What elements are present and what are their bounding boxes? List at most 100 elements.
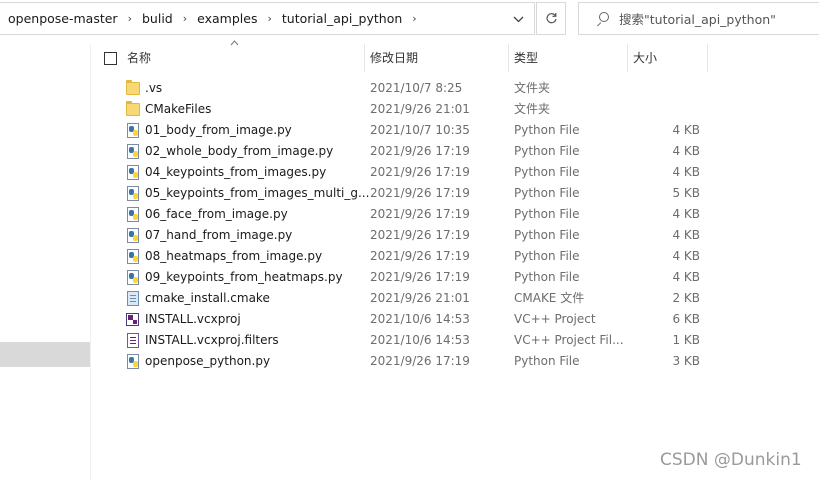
file-name: 04_keypoints_from_images.py [145,165,327,179]
search-icon [595,11,609,26]
file-date: 2021/9/26 17:19 [370,228,470,242]
breadcrumb-item-examples[interactable]: examples [197,11,257,26]
navigation-pane[interactable] [0,44,91,480]
file-row[interactable]: 02_whole_body_from_image.py 2021/9/26 17… [90,141,819,162]
file-name: 05_keypoints_from_images_multi_g... [145,186,370,200]
file-type: Python File [514,249,580,263]
file-type: VC++ Project [514,312,596,326]
file-row[interactable]: INSTALL.vcxproj.filters 2021/10/6 14:53 … [90,330,819,351]
python-file-icon [127,165,139,180]
file-date: 2021/9/26 17:19 [370,354,470,368]
python-file-icon [127,144,139,159]
file-row[interactable]: .vs 2021/10/7 8:25 文件夹 [90,78,819,99]
address-bar[interactable]: openpose-master › bulid › examples › tut… [0,2,535,35]
python-file-icon [127,207,139,222]
breadcrumb-item-tutorial-api-python[interactable]: tutorial_api_python [282,11,402,26]
file-type: Python File [514,207,580,221]
file-row[interactable]: 01_body_from_image.py 2021/10/7 10:35 Py… [90,120,819,141]
column-header-type[interactable]: 类型 [509,44,628,72]
file-name: .vs [145,81,163,95]
file-row[interactable]: CMakeFiles 2021/9/26 21:01 文件夹 [90,99,819,120]
column-header: 名称 修改日期 类型 大小 [90,40,819,72]
file-date: 2021/9/26 17:19 [370,144,470,158]
file-row[interactable]: openpose_python.py 2021/9/26 17:19 Pytho… [90,351,819,372]
file-size: 2 KB [672,291,700,305]
file-date: 2021/10/7 10:35 [370,123,470,137]
file-type: 文件夹 [514,102,551,116]
file-row[interactable]: INSTALL.vcxproj 2021/10/6 14:53 VC++ Pro… [90,309,819,330]
file-type: 文件夹 [514,81,551,95]
file-size: 4 KB [672,123,700,137]
file-date: 2021/9/26 17:19 [370,207,470,221]
select-all-checkbox[interactable] [104,52,117,65]
file-name: 09_keypoints_from_heatmaps.py [145,270,343,284]
python-file-icon [127,228,139,243]
file-size: 4 KB [672,228,700,242]
vcxproj-file-icon [126,313,139,326]
file-name: 02_whole_body_from_image.py [145,144,334,158]
python-file-icon [127,354,139,369]
breadcrumb-item-bulid[interactable]: bulid [142,11,173,26]
file-name: 06_face_from_image.py [145,207,288,221]
file-list: .vs 2021/10/7 8:25 文件夹 CMakeFiles 2021/9… [90,78,819,372]
file-size: 4 KB [672,165,700,179]
file-type: Python File [514,354,580,368]
search-input[interactable]: 搜索"tutorial_api_python" [578,2,819,35]
file-type: Python File [514,165,580,179]
nav-selected-item[interactable] [0,342,90,367]
column-header-date[interactable]: 修改日期 [365,44,509,72]
file-row[interactable]: 09_keypoints_from_heatmaps.py 2021/9/26 … [90,267,819,288]
file-type: VC++ Project Fil... [514,333,624,347]
folder-icon [126,80,140,95]
file-date: 2021/9/26 17:19 [370,165,470,179]
file-date: 2021/10/6 14:53 [370,333,470,347]
file-type: Python File [514,144,580,158]
watermark: CSDN @Dunkin1 [660,450,802,470]
chevron-down-icon[interactable] [509,11,527,27]
file-name: 08_heatmaps_from_image.py [145,249,323,263]
cmake-file-icon [127,291,139,306]
file-size: 5 KB [672,186,700,200]
file-type: Python File [514,186,580,200]
python-file-icon [127,186,139,201]
python-file-icon [127,123,139,138]
file-date: 2021/9/26 21:01 [370,102,470,116]
file-name: INSTALL.vcxproj.filters [145,333,279,347]
vcxproj-filters-icon [127,333,139,348]
file-row[interactable]: cmake_install.cmake 2021/9/26 21:01 CMAK… [90,288,819,309]
file-name: INSTALL.vcxproj [145,312,241,326]
column-header-size[interactable]: 大小 [628,44,708,72]
file-row[interactable]: 08_heatmaps_from_image.py 2021/9/26 17:1… [90,246,819,267]
file-date: 2021/10/7 8:25 [370,81,463,95]
file-size: 4 KB [672,207,700,221]
breadcrumb: openpose-master › bulid › examples › tut… [8,3,427,34]
file-type: CMAKE 文件 [514,291,585,305]
file-size: 1 KB [672,333,700,347]
folder-icon [126,101,140,116]
file-name: openpose_python.py [145,354,271,368]
chevron-right-icon[interactable]: › [267,12,271,25]
file-row[interactable]: 07_hand_from_image.py 2021/9/26 17:19 Py… [90,225,819,246]
search-placeholder: 搜索"tutorial_api_python" [619,12,776,27]
file-row[interactable]: 05_keypoints_from_images_multi_g... 2021… [90,183,819,204]
file-name: 07_hand_from_image.py [145,228,293,242]
file-date: 2021/9/26 17:19 [370,270,470,284]
file-type: Python File [514,270,580,284]
file-size: 6 KB [672,312,700,326]
chevron-right-icon[interactable]: › [412,12,416,25]
column-header-name[interactable]: 名称 [122,44,365,72]
file-row[interactable]: 04_keypoints_from_images.py 2021/9/26 17… [90,162,819,183]
file-name: 01_body_from_image.py [145,123,292,137]
refresh-button[interactable] [536,2,566,35]
file-date: 2021/10/6 14:53 [370,312,470,326]
chevron-right-icon[interactable]: › [128,12,132,25]
file-row[interactable]: 06_face_from_image.py 2021/9/26 17:19 Py… [90,204,819,225]
python-file-icon [127,249,139,264]
file-name: CMakeFiles [145,102,212,116]
file-date: 2021/9/26 21:01 [370,291,470,305]
file-type: Python File [514,228,580,242]
file-size: 4 KB [672,270,700,284]
file-size: 4 KB [672,249,700,263]
chevron-right-icon[interactable]: › [183,12,187,25]
breadcrumb-item-openpose-master[interactable]: openpose-master [8,11,118,26]
